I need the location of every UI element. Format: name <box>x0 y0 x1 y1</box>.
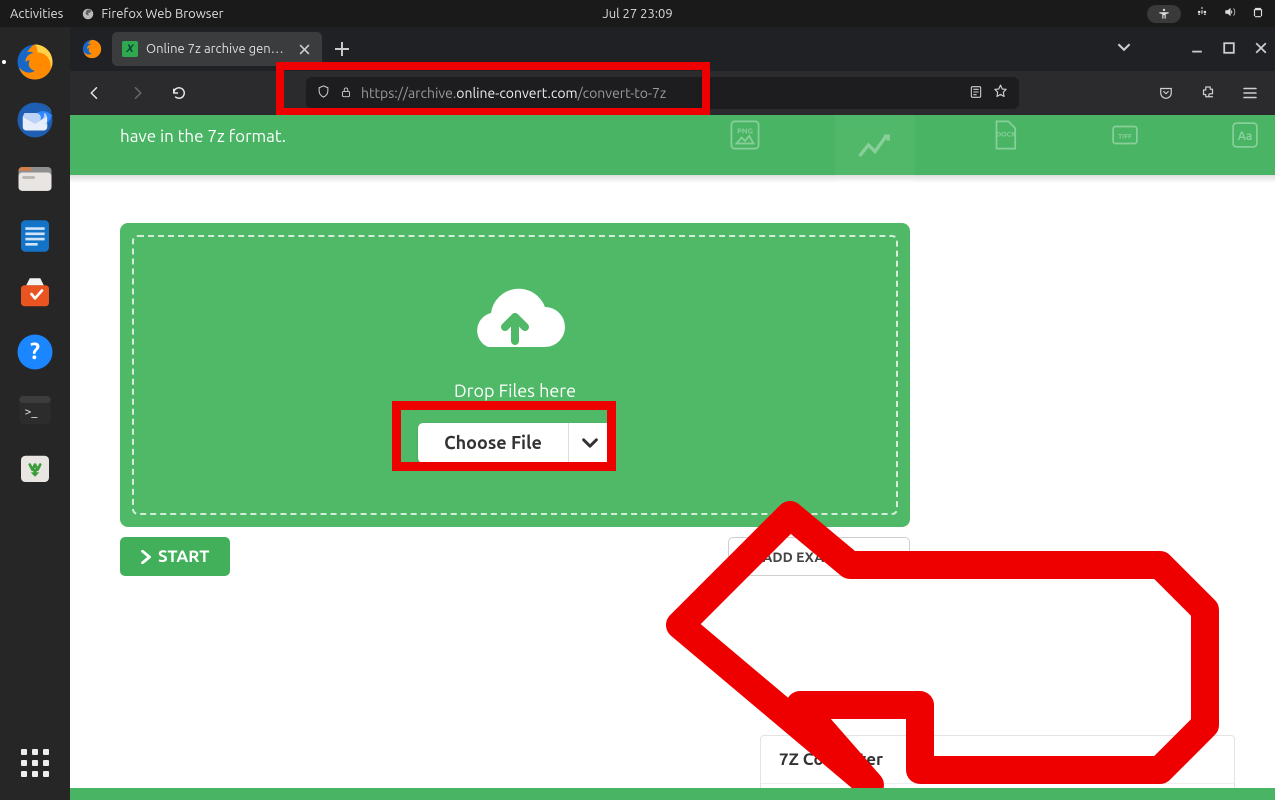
battery-icon[interactable] <box>1251 5 1265 22</box>
card-title: 7Z Converter <box>761 736 1234 784</box>
page-footer-edge <box>70 788 1275 800</box>
new-tab-button[interactable] <box>328 35 356 63</box>
dock-terminal[interactable]: >_ <box>8 383 62 437</box>
shield-icon[interactable] <box>316 84 331 102</box>
reader-mode-icon[interactable] <box>968 84 984 103</box>
extensions-icon[interactable] <box>1193 78 1223 108</box>
dock-writer[interactable] <box>8 209 62 263</box>
app-menu[interactable]: Firefox Web Browser <box>81 7 223 21</box>
nav-back-button[interactable] <box>80 78 110 108</box>
window-maximize-icon[interactable] <box>1223 40 1235 58</box>
ubuntu-dock: ? >_ <box>0 27 70 800</box>
window-minimize-icon[interactable] <box>1191 40 1203 58</box>
show-applications[interactable] <box>8 736 62 790</box>
firefox-tab-strip: X Online 7z archive generat <box>70 27 1275 71</box>
pocket-icon[interactable] <box>1151 78 1181 108</box>
plus-icon <box>745 551 757 563</box>
tab-title: Online 7z archive generat <box>146 42 288 56</box>
dropzone-hint: Drop Files here <box>454 381 576 401</box>
volume-icon[interactable] <box>1223 5 1237 22</box>
add-example-label: ADD EXAMPLE FILE <box>763 549 893 565</box>
clock[interactable]: Jul 27 23:09 <box>602 7 672 21</box>
svg-text:?: ? <box>30 339 40 364</box>
dock-firefox[interactable] <box>8 35 62 89</box>
add-example-file-button[interactable]: ADD EXAMPLE FILE <box>728 537 910 576</box>
hero-format-icons: PNG DOCX TIFF Aa <box>715 115 1275 185</box>
firefox-mono-icon <box>81 7 95 21</box>
tab-favicon-icon: X <box>122 41 138 57</box>
browser-tab[interactable]: X Online 7z archive generat <box>112 32 322 66</box>
dock-software[interactable] <box>8 267 62 321</box>
svg-text:>_: >_ <box>25 405 39 418</box>
nav-reload-button[interactable] <box>164 78 194 108</box>
start-button-label: START <box>158 547 210 566</box>
tab-close-icon[interactable] <box>296 41 312 57</box>
activities-button[interactable]: Activities <box>10 7 63 21</box>
docx-badge-icon: DOCX <box>975 115 1035 165</box>
start-button[interactable]: START <box>120 537 230 576</box>
chevron-right-icon <box>140 550 152 564</box>
firefox-brand-icon <box>78 35 106 63</box>
nav-forward-button[interactable] <box>122 78 152 108</box>
window-close-icon[interactable] <box>1255 40 1267 58</box>
gnome-top-bar: Activities Firefox Web Browser Jul 27 23… <box>0 0 1275 27</box>
dock-files[interactable] <box>8 151 62 205</box>
svg-text:PNG: PNG <box>737 127 753 135</box>
accessibility-icon[interactable] <box>1147 5 1181 23</box>
chart-badge-icon <box>835 115 915 185</box>
dock-trash[interactable] <box>8 441 62 495</box>
png-badge-icon: PNG <box>715 115 775 165</box>
lock-icon[interactable] <box>339 85 353 102</box>
dock-thunderbird[interactable] <box>8 93 62 147</box>
app-menu-icon[interactable] <box>1235 78 1265 108</box>
hero-tagline: have in the 7z format. <box>120 127 286 146</box>
list-all-tabs-icon[interactable] <box>1117 40 1131 58</box>
app-menu-label: Firefox Web Browser <box>101 7 223 21</box>
dock-help[interactable]: ? <box>8 325 62 379</box>
choose-file-dropdown[interactable] <box>568 423 612 463</box>
svg-text:Aa: Aa <box>1238 130 1253 143</box>
svg-text:DOCX: DOCX <box>996 132 1016 139</box>
upload-dropzone[interactable]: Drop Files here Choose File <box>120 223 910 527</box>
web-content: have in the 7z format. PNG DOCX TIFF Aa … <box>70 115 1275 800</box>
address-bar[interactable]: https://archive.online-convert.com/conve… <box>306 77 1019 109</box>
bookmark-star-icon[interactable] <box>992 83 1009 103</box>
url-text: https://archive.online-convert.com/conve… <box>361 85 666 101</box>
upload-cloud-icon <box>460 287 570 371</box>
choose-file-button[interactable]: Choose File <box>418 423 568 463</box>
page-hero: have in the 7z format. PNG DOCX TIFF Aa <box>70 115 1275 175</box>
network-icon[interactable] <box>1195 5 1209 22</box>
tiff-badge-icon: TIFF <box>1095 115 1155 165</box>
font-badge-icon: Aa <box>1215 115 1275 165</box>
firefox-toolbar: https://archive.online-convert.com/conve… <box>70 71 1275 115</box>
svg-text:TIFF: TIFF <box>1118 133 1132 140</box>
